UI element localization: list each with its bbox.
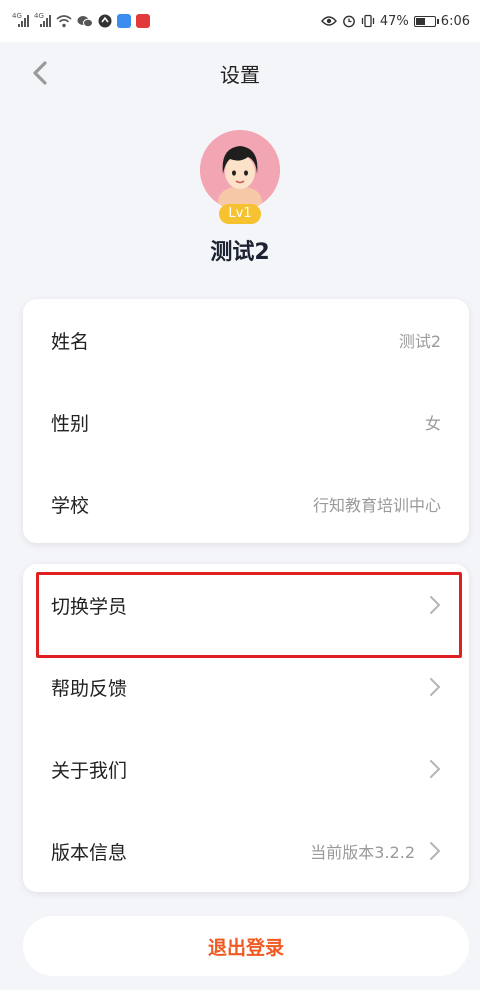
wechat-icon — [77, 15, 93, 27]
menu-item-help-feedback[interactable]: 帮助反馈 — [23, 646, 469, 728]
info-row-value: 女 — [424, 414, 441, 433]
menu-item-label: 版本信息 — [51, 841, 128, 864]
app-icon — [98, 14, 112, 28]
level-badge: Lv1 — [219, 204, 261, 224]
chevron-left-icon — [33, 61, 47, 85]
alarm-icon — [342, 15, 355, 28]
wifi-icon — [56, 14, 72, 27]
menu-item-value: 当前版本3.2.2 — [310, 839, 441, 863]
page-title: 设置 — [220, 62, 260, 87]
app-icon — [136, 14, 150, 28]
battery-percent: 47% — [379, 13, 409, 29]
info-row-label: 性别 — [51, 412, 90, 435]
menu-item-switch-student[interactable]: 切换学员 — [23, 564, 469, 646]
info-row-gender: 性别 女 — [23, 381, 469, 463]
chevron-right-icon — [430, 842, 441, 860]
avatar-illustration — [200, 130, 280, 210]
version-text: 当前版本3.2.2 — [310, 843, 415, 862]
info-card: 姓名 测试2 性别 女 学校 行知教育培训中心 — [23, 299, 469, 543]
profile-name: 测试2 — [210, 240, 270, 265]
app-icon — [117, 14, 131, 28]
eye-icon — [320, 16, 337, 26]
clock: 6:06 — [440, 13, 470, 29]
menu-card: 切换学员 帮助反馈 关于我们 版本信息 当前版本3.2.2 — [23, 564, 469, 892]
menu-item-about-us[interactable]: 关于我们 — [23, 728, 469, 810]
info-row-label: 学校 — [51, 494, 90, 517]
back-button[interactable] — [24, 56, 58, 90]
chevron-right-icon — [430, 760, 441, 778]
menu-item-label: 关于我们 — [51, 759, 128, 782]
info-row-name: 姓名 测试2 — [23, 299, 469, 381]
info-row-label: 姓名 — [51, 330, 90, 353]
battery-icon — [413, 15, 439, 27]
menu-item-value — [429, 595, 441, 615]
chevron-right-icon — [430, 678, 441, 696]
signal-icon: 4G — [34, 12, 51, 27]
info-row-value: 行知教育培训中心 — [312, 496, 441, 515]
info-row-school: 学校 行知教育培训中心 — [23, 463, 469, 545]
logout-button[interactable]: 退出登录 — [23, 916, 469, 976]
info-row-value: 测试2 — [398, 332, 441, 351]
menu-item-version-info[interactable]: 版本信息 当前版本3.2.2 — [23, 810, 469, 892]
status-bar: 4G 4G 47% 6:06 — [0, 0, 480, 42]
status-bar-left: 4G 4G — [12, 12, 150, 28]
menu-item-label: 帮助反馈 — [51, 677, 128, 700]
avatar[interactable] — [200, 130, 280, 210]
profile-section: Lv1 测试2 — [0, 130, 480, 266]
chevron-right-icon — [430, 596, 441, 614]
status-bar-right: 47% 6:06 — [320, 13, 470, 29]
vibrate-icon — [361, 14, 375, 28]
avatar-wrapper: Lv1 — [200, 130, 280, 224]
nav-bar: 设置 — [0, 42, 480, 104]
menu-item-value — [429, 677, 441, 697]
signal-icon: 4G — [12, 12, 29, 27]
menu-item-label: 切换学员 — [51, 595, 128, 618]
menu-item-value — [429, 759, 441, 779]
